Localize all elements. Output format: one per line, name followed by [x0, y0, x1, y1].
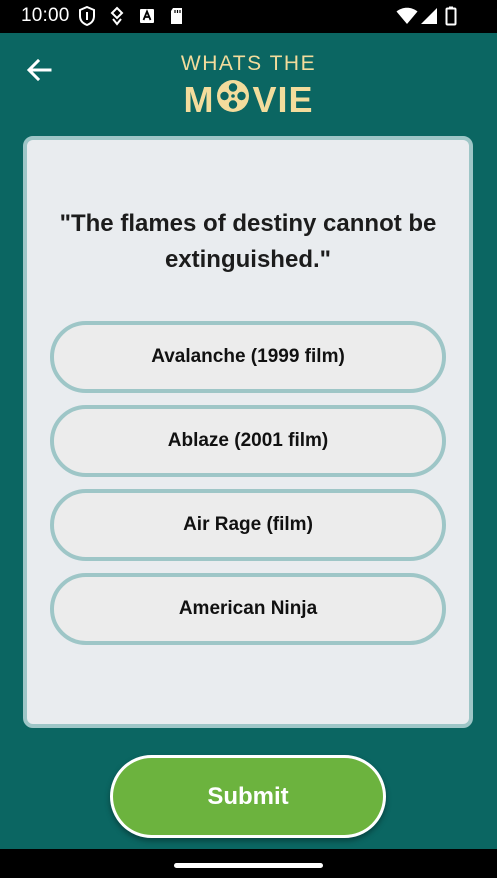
quiz-screen: 10:00 WHATS THE M VIE "The flames of des… — [0, 0, 497, 878]
logo-letters-vie: VIE — [252, 78, 314, 120]
logo-top-text: WHATS THE — [180, 52, 317, 75]
sd-card-icon — [169, 6, 184, 26]
status-bar: 10:00 — [0, 0, 497, 33]
battery-icon — [445, 6, 457, 26]
app-logo: WHATS THE M VIE — [0, 50, 497, 120]
logo-letter-m: M — [183, 78, 215, 120]
answer-options: Avalanche (1999 film) Ablaze (2001 film)… — [50, 321, 446, 657]
cell-signal-icon — [420, 7, 438, 25]
submit-button[interactable]: Submit — [110, 755, 386, 838]
question-text: "The flames of destiny cannot be extingu… — [59, 210, 437, 273]
font-a-icon — [139, 6, 155, 26]
data-saver-icon — [110, 6, 124, 26]
logo-bottom-text: M VIE — [0, 79, 497, 120]
home-gesture-handle[interactable] — [174, 863, 323, 868]
answer-option[interactable]: American Ninja — [50, 573, 446, 645]
answer-option[interactable]: Air Rage (film) — [50, 489, 446, 561]
shield-icon — [78, 6, 96, 26]
status-time: 10:00 — [21, 5, 70, 26]
answer-option[interactable]: Ablaze (2001 film) — [50, 405, 446, 477]
question-card: "The flames of destiny cannot be extingu… — [23, 136, 473, 728]
answer-option[interactable]: Avalanche (1999 film) — [50, 321, 446, 393]
film-reel-icon — [214, 79, 252, 120]
wifi-icon — [396, 7, 418, 25]
navigation-bar — [0, 849, 497, 878]
